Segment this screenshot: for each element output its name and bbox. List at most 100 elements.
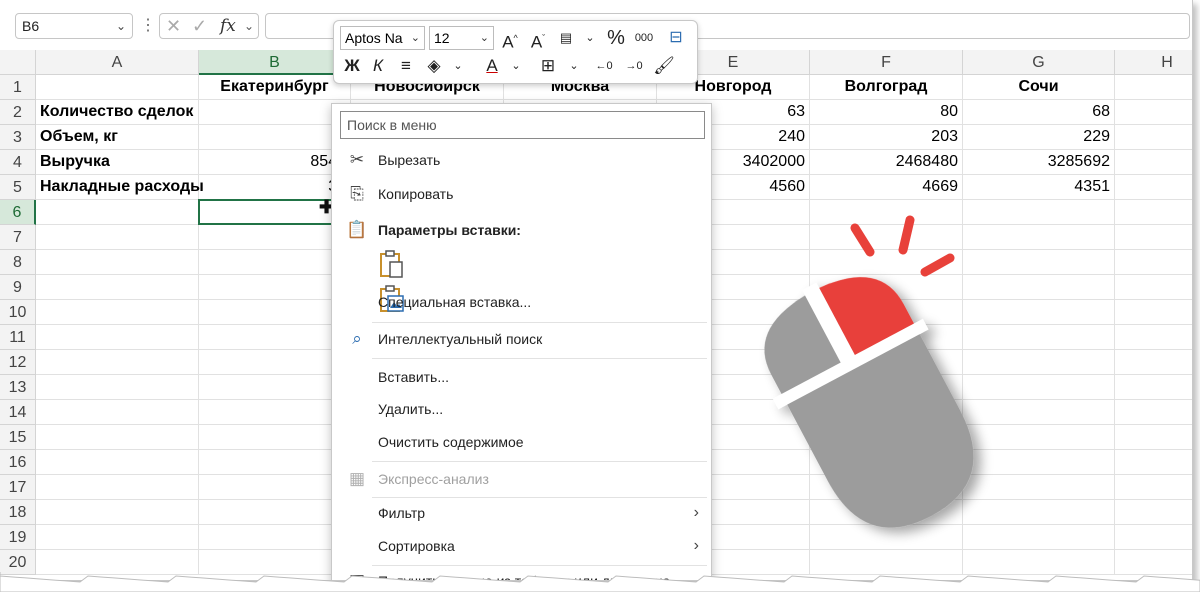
menu-item-copy[interactable]: ⎘ Копировать [332, 179, 711, 209]
table-cell[interactable]: 2468480 [810, 150, 963, 175]
font-color-icon[interactable]: A [480, 54, 504, 78]
row-header-18[interactable]: 18 [0, 500, 36, 525]
increase-decimal-icon[interactable]: ←0 [592, 54, 616, 78]
font-size-select[interactable]: 12 ⌄ [429, 26, 494, 50]
italic-button[interactable]: К [366, 54, 390, 78]
thousands-separator-button[interactable]: 000 [632, 26, 656, 50]
insert-function-icon[interactable]: fx [220, 16, 236, 36]
table-cell[interactable]: 203 [810, 125, 963, 150]
row-header-9[interactable]: 9 [0, 275, 36, 300]
menu-item-sort[interactable]: Сортировка › [332, 531, 711, 561]
column-header-f[interactable]: F [810, 50, 963, 75]
table-cell[interactable] [199, 100, 351, 125]
table-cell[interactable] [36, 475, 199, 500]
table-cell[interactable]: Объем, кг [36, 125, 199, 150]
row-header-8[interactable]: 8 [0, 250, 36, 275]
table-cell[interactable] [1115, 75, 1192, 100]
table-cell[interactable]: 80 [810, 100, 963, 125]
table-cell[interactable] [199, 475, 351, 500]
decrease-decimal-icon[interactable]: →0 [622, 54, 646, 78]
chevron-down-icon[interactable]: ⌄ [446, 54, 470, 78]
select-all-corner[interactable] [0, 50, 36, 75]
menu-item-insert[interactable]: Вставить... [332, 362, 711, 392]
table-cell[interactable] [1115, 325, 1192, 350]
table-cell[interactable] [36, 500, 199, 525]
menu-item-paste-special[interactable]: Специальная вставка... [332, 287, 711, 317]
chevron-down-icon[interactable]: ⌄ [562, 54, 586, 78]
table-cell[interactable]: Волгоград [810, 75, 963, 100]
table-cell[interactable] [36, 375, 199, 400]
row-header-16[interactable]: 16 [0, 450, 36, 475]
table-cell[interactable] [36, 75, 199, 100]
table-cell[interactable]: 229 [963, 125, 1115, 150]
table-cell[interactable] [1115, 200, 1192, 225]
table-cell[interactable] [199, 500, 351, 525]
table-cell[interactable]: 68 [963, 100, 1115, 125]
menu-item-delete[interactable]: Удалить... [332, 394, 711, 424]
paste-icon[interactable] [378, 249, 406, 279]
table-cell[interactable] [1115, 275, 1192, 300]
font-name-select[interactable]: Aptos Na ⌄ [340, 26, 425, 50]
table-cell[interactable] [1115, 250, 1192, 275]
chevron-down-icon[interactable]: ⌄ [244, 19, 254, 33]
menu-item-filter[interactable]: Фильтр › [332, 498, 711, 528]
decrease-font-icon[interactable]: Aˇ [526, 26, 550, 52]
table-cell[interactable] [199, 400, 351, 425]
table-cell[interactable] [1115, 500, 1192, 525]
table-cell[interactable] [1115, 375, 1192, 400]
table-cell[interactable] [1115, 150, 1192, 175]
table-cell[interactable] [1115, 400, 1192, 425]
table-cell[interactable]: 8547 [199, 150, 351, 175]
chevron-down-icon[interactable]: ⌄ [504, 54, 528, 78]
row-header-1[interactable]: 1 [0, 75, 36, 100]
menu-item-clear-contents[interactable]: Очистить содержимое [332, 427, 711, 457]
row-header-17[interactable]: 17 [0, 475, 36, 500]
increase-font-icon[interactable]: A^ [498, 26, 522, 52]
column-header-h[interactable]: H [1115, 50, 1192, 75]
align-center-icon[interactable]: ≡ [394, 54, 418, 78]
row-header-4[interactable]: 4 [0, 150, 36, 175]
row-header-6[interactable]: 6 [0, 200, 36, 225]
table-cell[interactable]: Накладные расходы [36, 175, 204, 200]
table-cell[interactable] [36, 425, 199, 450]
table-cell[interactable] [1115, 300, 1192, 325]
table-cell[interactable]: 4351 [963, 175, 1115, 200]
table-cell[interactable] [199, 250, 351, 275]
table-cell[interactable] [36, 300, 199, 325]
row-header-14[interactable]: 14 [0, 400, 36, 425]
table-cell[interactable] [1115, 225, 1192, 250]
table-cell[interactable] [199, 325, 351, 350]
cancel-icon[interactable]: ✕ [166, 16, 181, 37]
row-header-3[interactable]: 3 [0, 125, 36, 150]
format-painter-icon[interactable]: 🖌 [652, 54, 676, 78]
borders-icon[interactable]: ⊞ [536, 54, 560, 78]
table-cell[interactable]: Выручка [36, 150, 199, 175]
table-cell[interactable] [1115, 475, 1192, 500]
row-header-10[interactable]: 10 [0, 300, 36, 325]
table-cell[interactable]: 4669 [810, 175, 963, 200]
table-cell[interactable]: Сочи [963, 75, 1115, 100]
table-cell[interactable] [1115, 450, 1192, 475]
row-header-19[interactable]: 19 [0, 525, 36, 550]
table-cell[interactable] [36, 225, 199, 250]
name-box[interactable]: B6 ⌄ [15, 13, 133, 39]
table-cell[interactable] [36, 400, 199, 425]
table-cell[interactable] [1115, 350, 1192, 375]
table-cell[interactable] [36, 525, 199, 550]
bold-button[interactable]: Ж [340, 54, 364, 78]
row-header-2[interactable]: 2 [0, 100, 36, 125]
column-header-g[interactable]: G [963, 50, 1115, 75]
row-header-12[interactable]: 12 [0, 350, 36, 375]
enter-icon[interactable]: ✓ [192, 16, 207, 37]
fill-color-icon[interactable]: ◈ [422, 54, 446, 78]
table-cell[interactable]: Количество сделок [36, 100, 199, 125]
table-cell[interactable] [199, 225, 351, 250]
table-cell[interactable]: 3285692 [963, 150, 1115, 175]
table-cell[interactable] [199, 375, 351, 400]
table-cell[interactable] [36, 450, 199, 475]
table-cell[interactable] [199, 275, 351, 300]
row-header-11[interactable]: 11 [0, 325, 36, 350]
percent-button[interactable]: % [604, 26, 628, 50]
table-cell[interactable] [1115, 125, 1192, 150]
merge-center-icon[interactable]: ⊟ [664, 26, 688, 50]
